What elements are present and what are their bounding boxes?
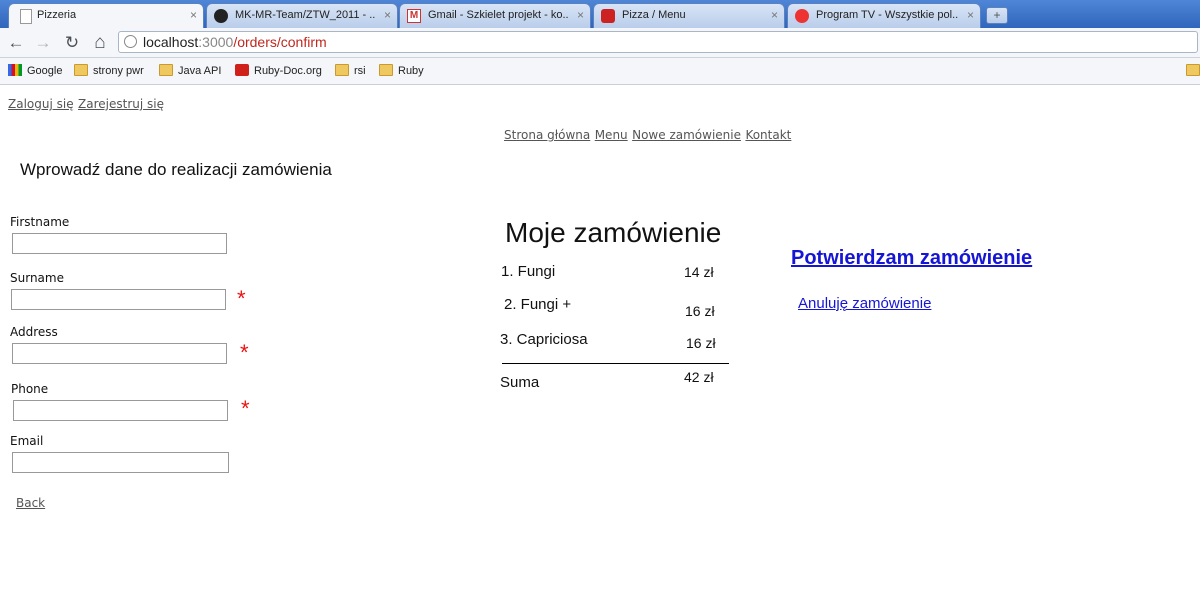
register-link[interactable]: Zarejestruj się — [78, 97, 164, 111]
confirm-order-link[interactable]: Potwierdzam zamówienie — [791, 247, 1032, 270]
close-icon[interactable]: × — [577, 8, 584, 22]
order-total-label: Suma — [500, 374, 540, 391]
forward-arrow-icon[interactable]: → — [33, 33, 53, 53]
order-total-value: 42 zł — [684, 369, 714, 385]
github-icon — [214, 9, 228, 23]
required-marker: * — [241, 396, 250, 421]
order-item-price: 14 zł — [684, 264, 714, 280]
bookmark-ruby-doc[interactable]: Ruby-Doc.org — [235, 64, 322, 77]
tab-pizzeria[interactable]: Pizzeria × — [8, 3, 204, 29]
nav-home-link[interactable]: Strona główna — [504, 128, 590, 142]
email-field[interactable] — [12, 452, 229, 473]
back-arrow-icon[interactable]: ← — [6, 33, 26, 53]
tab-program-tv[interactable]: Program TV - Wszystkie pol... × — [787, 3, 981, 28]
tab-title: Program TV - Wszystkie pol... — [816, 9, 958, 21]
browser-toolbar: ← → ↻ ⌂ localhost:3000/orders/confirm — [0, 28, 1200, 58]
close-icon[interactable]: × — [771, 8, 778, 22]
back-link[interactable]: Back — [16, 496, 45, 510]
tv-icon — [795, 9, 809, 23]
order-item-price: 16 zł — [686, 335, 716, 351]
folder-icon — [159, 64, 173, 76]
folder-icon — [379, 64, 393, 76]
bookmark-google[interactable]: Google — [8, 64, 62, 77]
email-label: Email — [10, 434, 44, 448]
bookmark-ruby[interactable]: Ruby — [379, 64, 424, 77]
bookmark-rsi[interactable]: rsi — [335, 64, 366, 77]
tab-title: Pizzeria — [37, 9, 77, 21]
home-icon[interactable]: ⌂ — [90, 33, 110, 53]
page-icon — [20, 9, 32, 24]
bookmarks-bar: Google strony pwr Java API Ruby-Doc.org … — [0, 58, 1200, 85]
phone-label: Phone — [11, 382, 49, 396]
address-label: Address — [10, 325, 58, 339]
phone-field[interactable] — [13, 400, 228, 421]
required-marker: * — [240, 340, 249, 365]
main-nav: Strona główna Menu Nowe zamówienie Konta… — [504, 126, 791, 144]
globe-icon — [124, 35, 137, 48]
close-icon[interactable]: × — [384, 8, 391, 22]
url-text: localhost:3000/orders/confirm — [143, 34, 327, 50]
surname-label: Surname — [10, 271, 64, 285]
address-bar[interactable]: localhost:3000/orders/confirm — [118, 31, 1198, 53]
total-divider — [502, 363, 729, 364]
order-item-name: 1. Fungi — [501, 263, 556, 280]
tab-github[interactable]: MK-MR-Team/ZTW_2011 - ... × — [206, 3, 398, 28]
new-tab-button[interactable]: + — [986, 7, 1008, 24]
folder-icon — [1186, 64, 1200, 76]
ruby-icon — [235, 64, 249, 76]
nav-new-order-link[interactable]: Nowe zamówienie — [632, 128, 741, 142]
order-title: Moje zamówienie — [505, 217, 722, 248]
tab-pizza-menu[interactable]: Pizza / Menu × — [593, 3, 785, 28]
bookmark-overflow[interactable] — [1186, 64, 1200, 77]
folder-icon — [74, 64, 88, 76]
pizza-icon — [601, 9, 615, 23]
required-marker: * — [237, 286, 246, 311]
tab-title: Gmail - Szkielet projekt - ko... — [428, 9, 568, 21]
auth-links: Zaloguj się Zarejestruj się — [8, 95, 164, 113]
tab-title: Pizza / Menu — [622, 9, 686, 21]
firstname-field[interactable] — [12, 233, 227, 254]
google-icon — [8, 64, 22, 76]
form-title: Wprowadź dane do realizacji zamówienia — [20, 160, 332, 179]
surname-field[interactable] — [11, 289, 226, 310]
order-item-price: 16 zł — [685, 303, 715, 319]
tab-gmail[interactable]: M Gmail - Szkielet projekt - ko... × — [399, 3, 591, 28]
bookmark-java-api[interactable]: Java API — [159, 64, 221, 77]
cancel-order-link[interactable]: Anuluję zamówienie — [798, 295, 931, 312]
firstname-label: Firstname — [10, 215, 70, 229]
reload-icon[interactable]: ↻ — [62, 33, 82, 53]
address-field[interactable] — [12, 343, 227, 364]
gmail-icon: M — [407, 9, 421, 23]
nav-menu-link[interactable]: Menu — [595, 128, 628, 142]
order-item-name: 3. Capriciosa — [500, 331, 588, 348]
tab-title: MK-MR-Team/ZTW_2011 - ... — [235, 9, 375, 21]
close-icon[interactable]: × — [190, 8, 197, 22]
bookmark-strony-pwr[interactable]: strony pwr — [74, 64, 144, 77]
order-item-name: 2. Fungi + — [504, 296, 572, 313]
folder-icon — [335, 64, 349, 76]
login-link[interactable]: Zaloguj się — [8, 97, 74, 111]
tab-strip: Pizzeria × MK-MR-Team/ZTW_2011 - ... × M… — [0, 0, 1200, 29]
close-icon[interactable]: × — [967, 8, 974, 22]
nav-contact-link[interactable]: Kontakt — [745, 128, 791, 142]
